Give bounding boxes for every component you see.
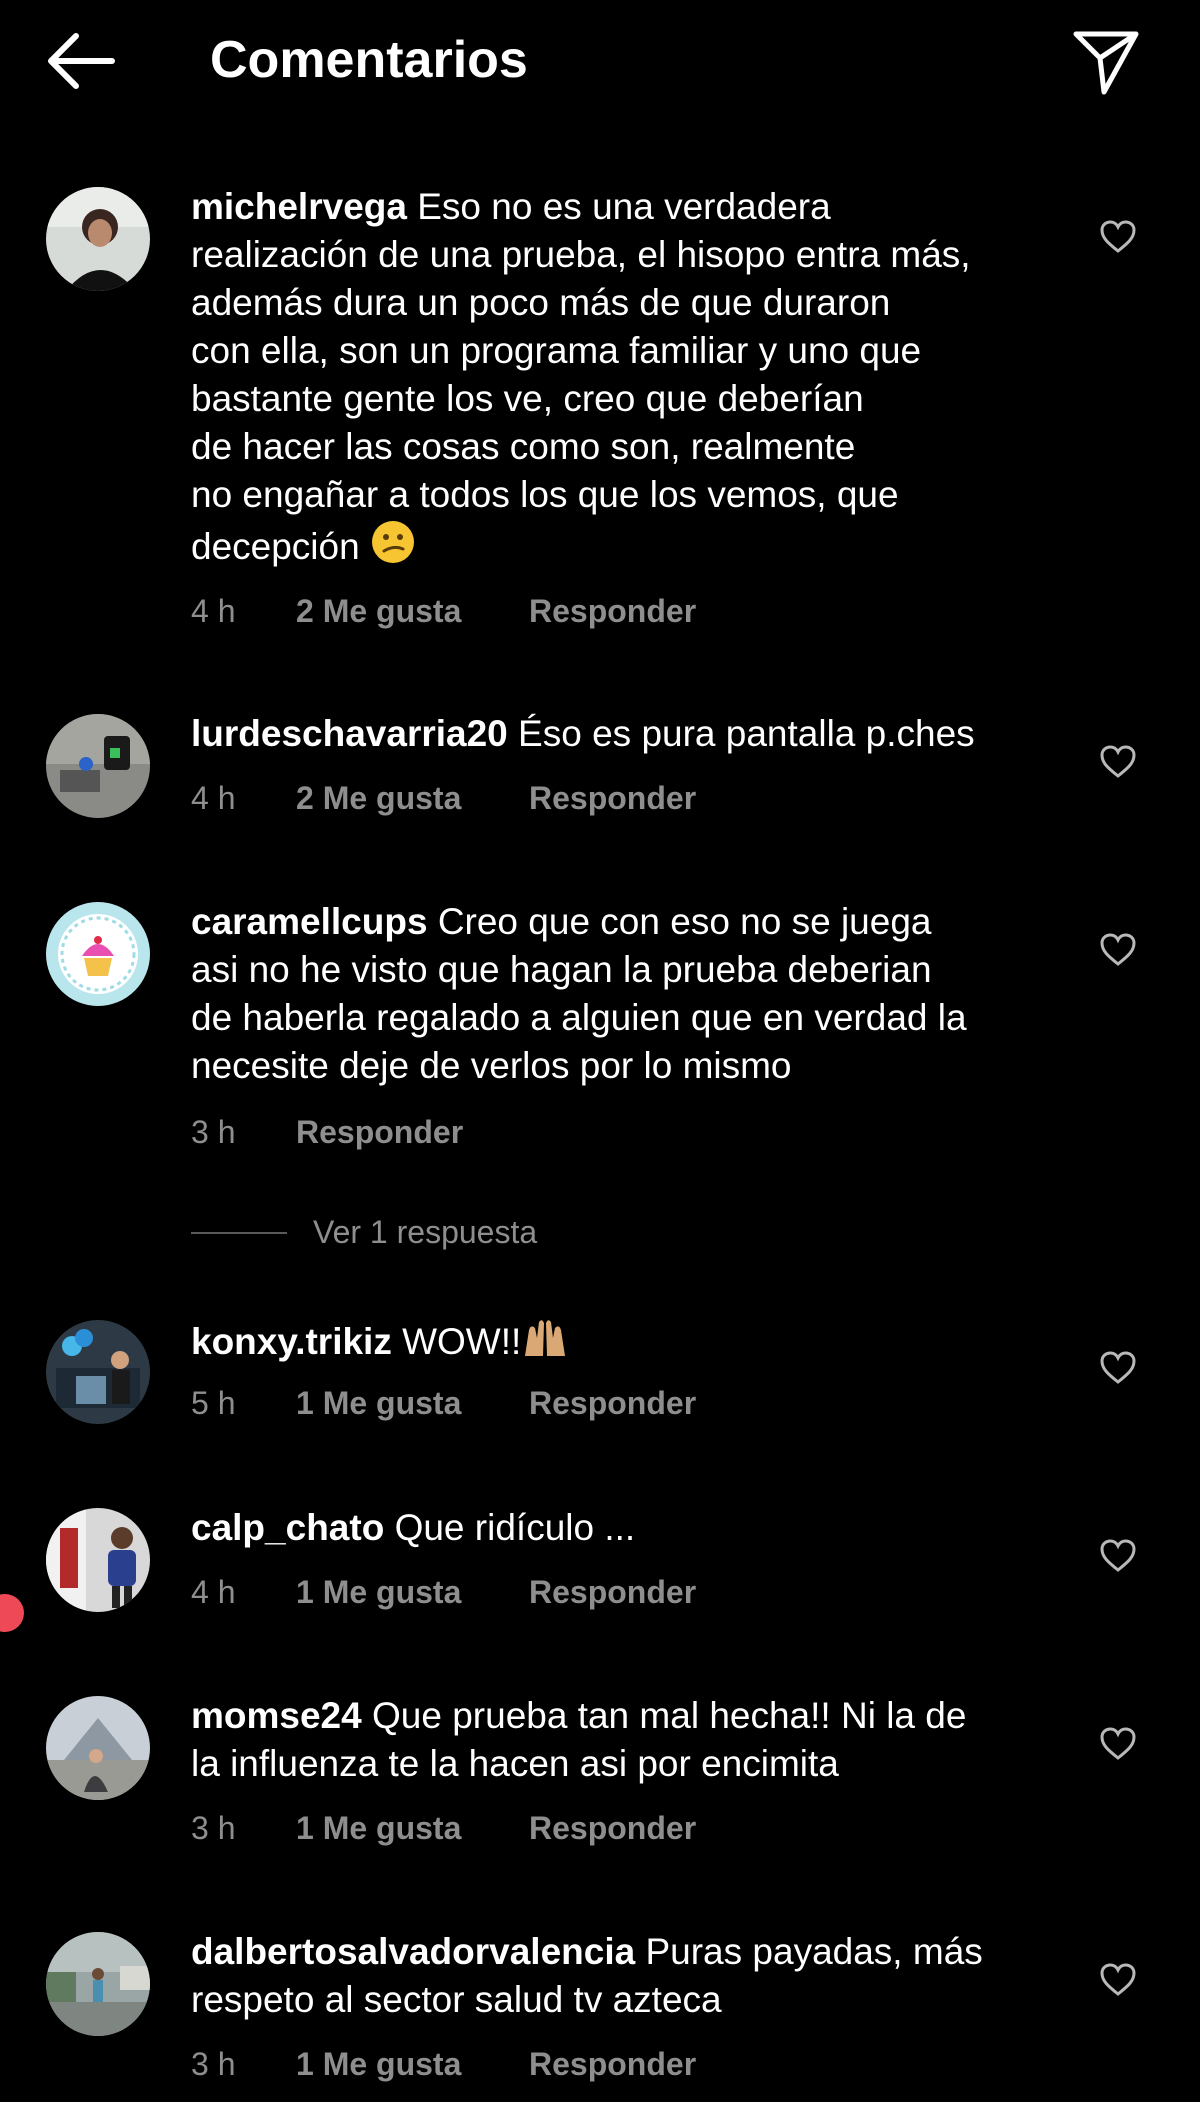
share-button[interactable]: [1070, 26, 1142, 98]
comment-body: WOW!!: [402, 1321, 522, 1362]
reply-button[interactable]: Responder: [296, 1112, 463, 1152]
like-button[interactable]: [1098, 217, 1138, 257]
heart-icon: [1100, 1539, 1136, 1572]
avatar[interactable]: [46, 1932, 150, 2036]
like-button[interactable]: [1098, 1348, 1138, 1388]
heart-icon: [1100, 220, 1136, 253]
comment-time: 3 h: [191, 1114, 236, 1150]
comment-body: Que ridículo ...: [394, 1507, 636, 1548]
comment-time: 3 h: [191, 1810, 236, 1846]
avatar[interactable]: [46, 902, 150, 1006]
likes-count[interactable]: 1 Me gusta: [296, 1572, 461, 1612]
comment-username[interactable]: momse24: [191, 1695, 362, 1736]
reply-button[interactable]: Responder: [529, 1383, 696, 1423]
comment-body: Éso es pura pantalla p.ches: [518, 713, 975, 754]
comment-time: 5 h: [191, 1385, 236, 1421]
like-button[interactable]: [1098, 930, 1138, 970]
heart-icon: [1100, 745, 1136, 778]
reply-button[interactable]: Responder: [529, 2044, 696, 2084]
comment-time: 4 h: [191, 593, 236, 629]
heart-icon: [1100, 933, 1136, 966]
avatar[interactable]: [46, 187, 150, 291]
raising-hands-emoji-icon: [521, 1316, 569, 1372]
avatar[interactable]: [46, 714, 150, 818]
reply-button[interactable]: Responder: [529, 778, 696, 818]
header: Comentarios: [0, 0, 1200, 120]
comment-time: 3 h: [191, 2046, 236, 2082]
replies-divider: [191, 1232, 287, 1234]
comment-username[interactable]: michelrvega: [191, 186, 407, 227]
reply-button[interactable]: Responder: [529, 1808, 696, 1848]
likes-count[interactable]: 1 Me gusta: [296, 1808, 461, 1848]
comment-username[interactable]: calp_chato: [191, 1507, 384, 1548]
comment-time: 4 h: [191, 780, 236, 816]
send-icon: [1073, 31, 1139, 95]
avatar[interactable]: [46, 1320, 150, 1424]
like-button[interactable]: [1098, 1536, 1138, 1576]
back-arrow-icon: [48, 33, 115, 89]
heart-icon: [1100, 1351, 1136, 1384]
notification-dot[interactable]: [0, 1594, 24, 1632]
comment-username[interactable]: lurdeschavarria20: [191, 713, 508, 754]
comment-time: 4 h: [191, 1574, 236, 1610]
likes-count[interactable]: 1 Me gusta: [296, 2044, 461, 2084]
like-button[interactable]: [1098, 1960, 1138, 2000]
page-title: Comentarios: [210, 31, 528, 89]
comment-username[interactable]: caramellcups: [191, 901, 428, 942]
comment-username[interactable]: dalbertosalvadorvalencia: [191, 1931, 635, 1972]
reply-button[interactable]: Responder: [529, 591, 696, 631]
like-button[interactable]: [1098, 742, 1138, 782]
back-button[interactable]: [44, 28, 118, 94]
heart-icon: [1100, 1963, 1136, 1996]
avatar[interactable]: [46, 1696, 150, 1800]
like-button[interactable]: [1098, 1724, 1138, 1764]
avatar[interactable]: [46, 1508, 150, 1612]
comment-body: Eso no es una verdadera realización de u…: [191, 186, 971, 567]
view-replies-label: Ver 1 respuesta: [313, 1214, 538, 1250]
confused-emoji-icon: [370, 519, 416, 577]
likes-count[interactable]: 2 Me gusta: [296, 778, 461, 818]
likes-count[interactable]: 2 Me gusta: [296, 591, 461, 631]
reply-button[interactable]: Responder: [529, 1572, 696, 1612]
heart-icon: [1100, 1727, 1136, 1760]
comment-username[interactable]: konxy.trikiz: [191, 1321, 392, 1362]
likes-count[interactable]: 1 Me gusta: [296, 1383, 461, 1423]
